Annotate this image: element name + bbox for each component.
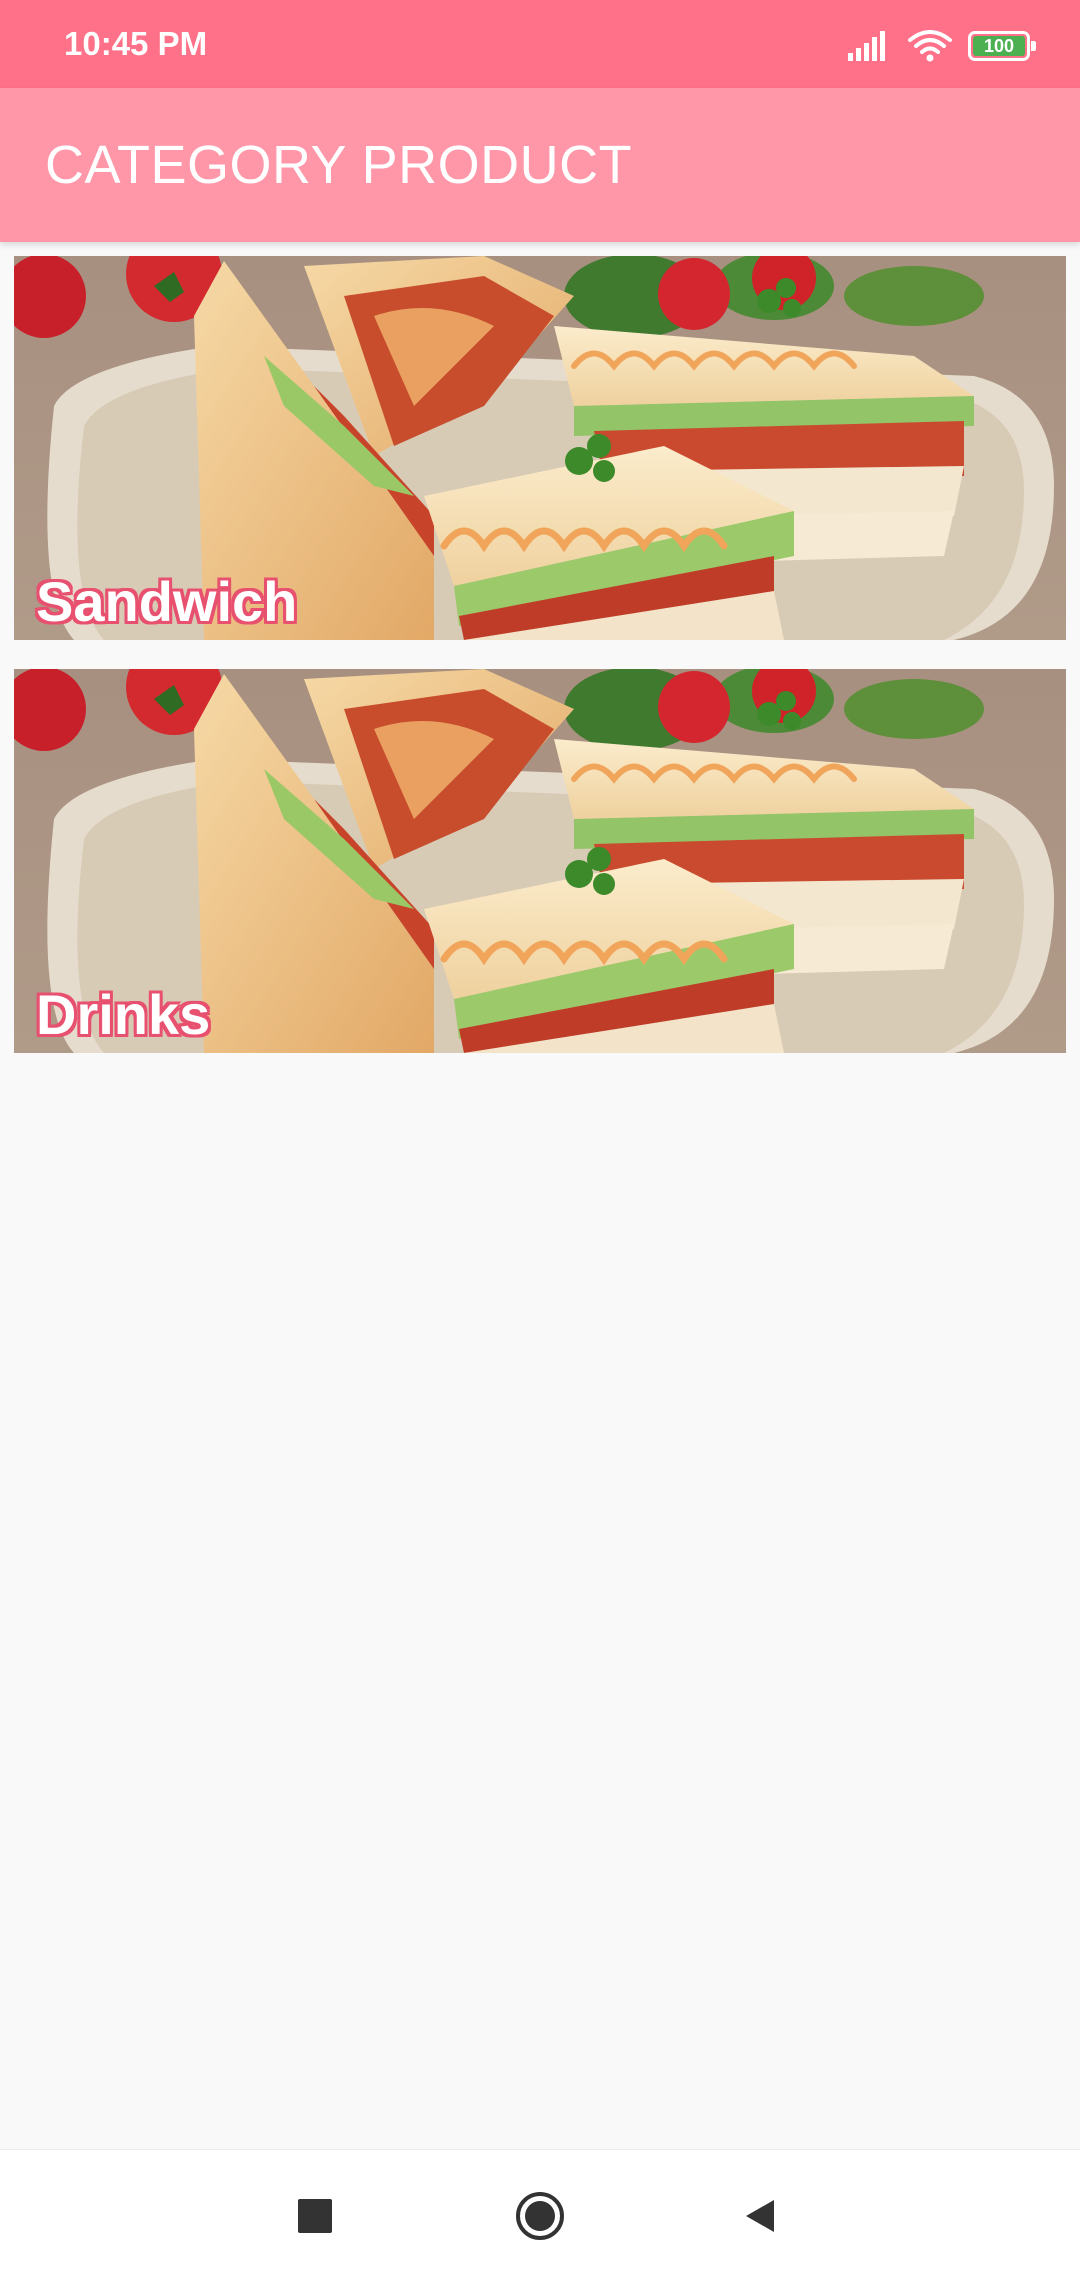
status-bar: 10:45 PM 100 [0, 0, 1080, 88]
category-card-sandwich[interactable]: Sandwich [14, 256, 1066, 640]
status-icons: 100 [848, 24, 1036, 68]
category-list: Sandwich Drinks [14, 256, 1066, 1082]
navigation-bar [0, 2149, 1080, 2281]
category-card-drinks[interactable]: Drinks [14, 669, 1066, 1053]
recents-icon [298, 2199, 332, 2233]
battery-icon: 100 [968, 31, 1036, 61]
home-icon [516, 2192, 564, 2240]
battery-level: 100 [983, 36, 1015, 56]
home-button[interactable] [508, 2184, 572, 2248]
app-bar: CATEGORY PRODUCT [0, 88, 1080, 242]
status-time: 10:45 PM [64, 25, 208, 62]
category-label: Drinks [36, 983, 211, 1046]
back-icon [746, 2200, 774, 2232]
back-button[interactable] [728, 2184, 792, 2248]
category-label: Sandwich [36, 570, 298, 633]
recents-button[interactable] [283, 2184, 347, 2248]
signal-icon [848, 31, 892, 61]
wifi-icon [908, 30, 952, 62]
page-title: CATEGORY PRODUCT [45, 135, 633, 195]
